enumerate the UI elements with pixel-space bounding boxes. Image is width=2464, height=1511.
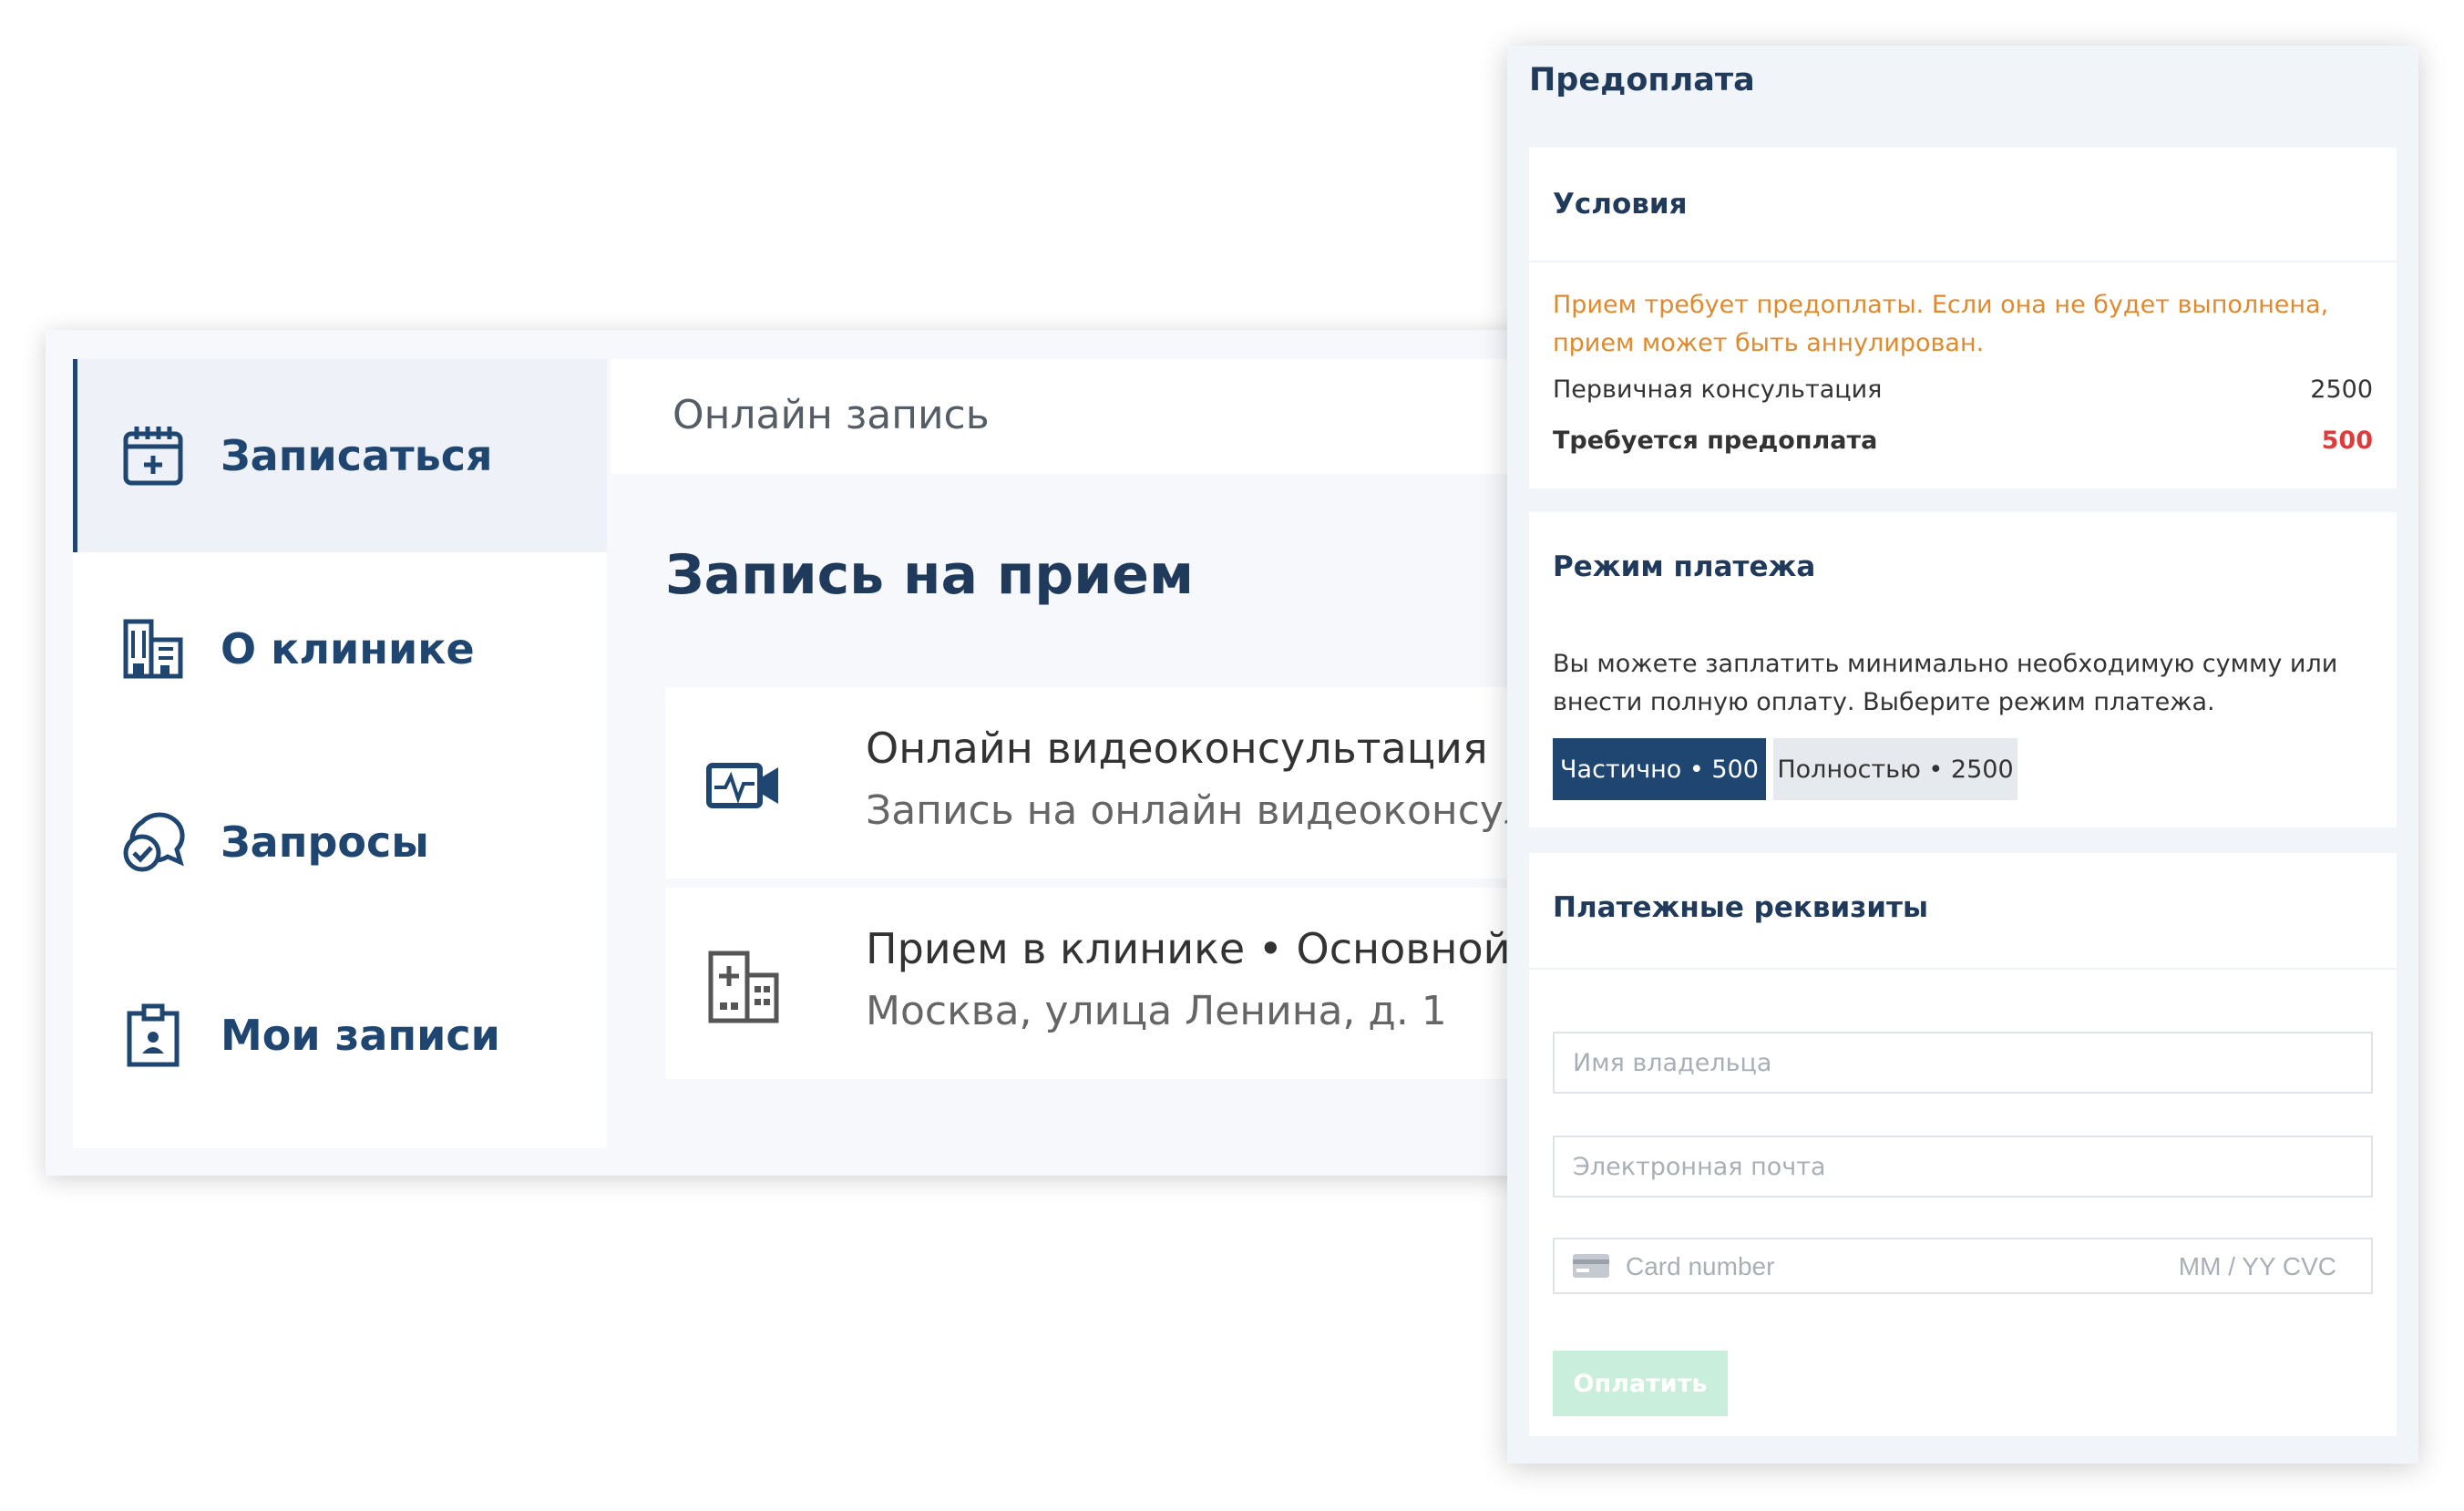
service-subtitle: Запись на онлайн видеоконсультацию [866, 787, 1522, 834]
service-card-clinic[interactable]: Прием в клинике • Основной филиал Москва… [665, 888, 1522, 1079]
divider [1529, 261, 2397, 262]
building-icon [123, 619, 183, 679]
sidebar-item-my-bookings[interactable]: Мои записи [73, 939, 607, 1132]
cardholder-name-input[interactable] [1553, 1032, 2373, 1094]
service-title: Онлайн видеоконсультация [866, 724, 1488, 773]
sidebar: Записаться О клинике Запросы Мои записи [73, 359, 607, 1148]
prepayment-warning: Прием требует предоплаты. Если она не бу… [1553, 291, 2329, 357]
sidebar-item-about[interactable]: О клинике [73, 552, 607, 745]
service-card-video[interactable]: Онлайн видеоконсультация Запись на онлай… [665, 687, 1522, 879]
sidebar-item-book[interactable]: Записаться [73, 359, 607, 552]
email-input[interactable] [1553, 1136, 2373, 1197]
sidebar-item-label: Запросы [221, 817, 429, 867]
booking-window: Записаться О клинике Запросы Мои записи … [46, 330, 1522, 1176]
divider [1529, 968, 2397, 970]
video-camera-icon [706, 763, 778, 808]
credit-card-icon [1573, 1254, 1609, 1278]
chat-check-icon [123, 812, 185, 872]
card-number-input[interactable]: Card number MM / YY CVC [1553, 1238, 2373, 1294]
top-bar: Онлайн запись [611, 359, 1522, 474]
conditions-section: Условия Прием требует предоплаты. Если о… [1529, 148, 2397, 488]
card-number-placeholder: Card number [1626, 1252, 1775, 1280]
payment-mode-description: Вы можете заплатить минимально необходим… [1553, 650, 2338, 716]
sidebar-item-label: О клинике [221, 624, 475, 673]
sidebar-item-label: Мои записи [221, 1011, 500, 1060]
mode-full-button[interactable]: Полностью • 2500 [1773, 738, 2017, 800]
service-subtitle: Москва, улица Ленина, д. 1 [866, 988, 1447, 1034]
mode-partial-button[interactable]: Частично • 500 [1553, 738, 1766, 800]
payment-mode-heading: Режим платежа [1553, 550, 1816, 583]
conditions-heading: Условия [1553, 188, 1688, 221]
price-value: 2500 [2310, 375, 2373, 404]
prepayment-label: Требуется предоплата [1553, 427, 1878, 455]
clipboard-user-icon [127, 1003, 180, 1067]
sidebar-item-label: Записаться [221, 431, 493, 480]
payment-details-section: Платежные реквизиты Card number MM / YY … [1529, 853, 2397, 1436]
prepayment-value: 500 [2321, 427, 2373, 455]
payment-details-heading: Платежные реквизиты [1553, 891, 1929, 924]
calendar-plus-icon [123, 427, 183, 486]
card-expiry-cvc-placeholder: MM / YY CVC [2178, 1252, 2336, 1280]
pay-button[interactable]: Оплатить [1553, 1351, 1728, 1416]
page-title: Запись на прием [665, 543, 1195, 607]
sidebar-item-requests[interactable]: Запросы [73, 745, 607, 939]
price-row: Первичная консультация 2500 [1553, 375, 2373, 404]
service-title: Прием в клинике • Основной филиал [866, 924, 1522, 973]
prepayment-title: Предоплата [1529, 62, 1755, 98]
prepayment-panel: Предоплата Условия Прием требует предопл… [1507, 46, 2418, 1464]
hospital-icon [708, 951, 779, 1023]
payment-mode-section: Режим платежа Вы можете заплатить минима… [1529, 512, 2397, 827]
price-label: Первичная консультация [1553, 375, 1883, 404]
prepayment-row: Требуется предоплата 500 [1553, 427, 2373, 455]
page-header-title: Онлайн запись [672, 392, 990, 438]
